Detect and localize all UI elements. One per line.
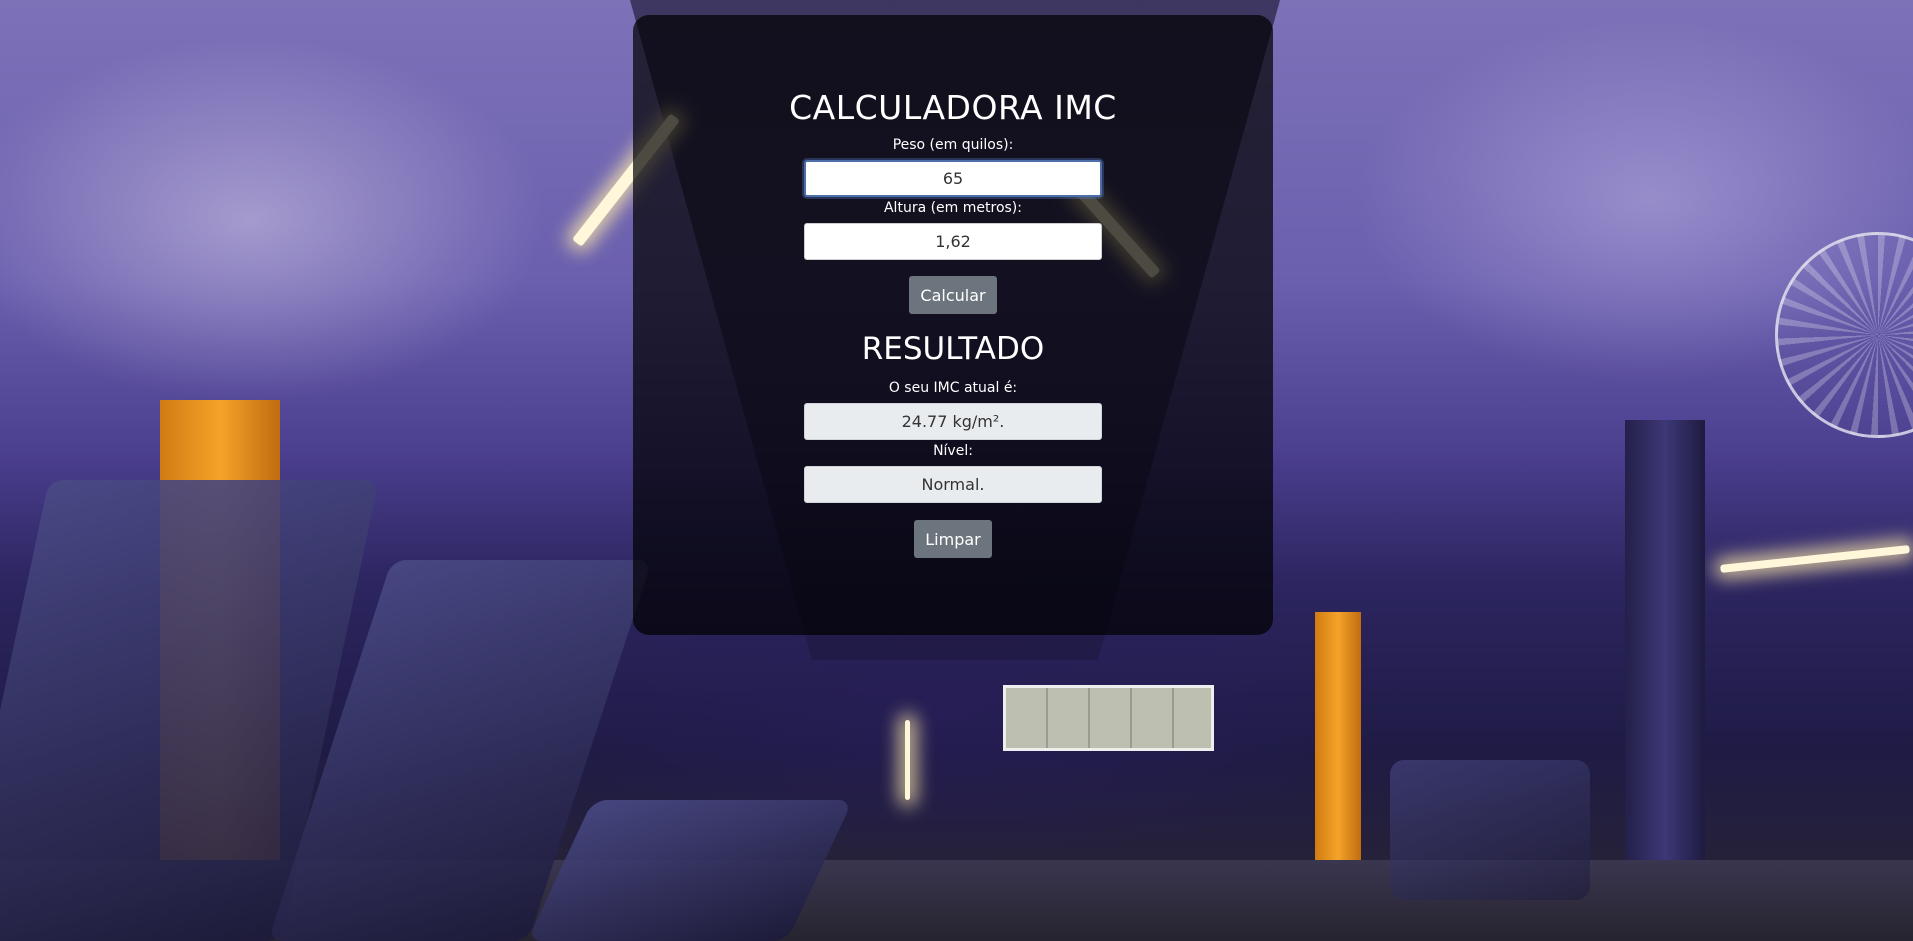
gym-window (1003, 685, 1214, 751)
weight-input[interactable]: 65 (804, 160, 1102, 197)
bmi-label: O seu IMC atual é: (888, 380, 1018, 396)
height-label: Altura (em metros): (883, 200, 1022, 216)
bmi-calculator-card: CALCULADORA IMC Peso (em quilos): 65 Alt… (633, 15, 1273, 635)
gym-machine (1390, 760, 1590, 900)
wall-light (1720, 545, 1910, 573)
clear-button[interactable]: Limpar (914, 520, 992, 558)
result-title: RESULTADO (861, 331, 1045, 367)
weight-label: Peso (em quilos): (892, 137, 1014, 153)
calculate-button[interactable]: Calcular (909, 276, 997, 314)
wall-fan (1775, 232, 1913, 438)
bmi-result-field: 24.77 kg/m². (804, 403, 1102, 440)
neon-light (905, 720, 910, 800)
height-input[interactable]: 1,62 (804, 223, 1102, 260)
level-label: Nível: (933, 443, 973, 459)
level-result-field: Normal. (804, 466, 1102, 503)
page-title: CALCULADORA IMC (789, 88, 1117, 127)
